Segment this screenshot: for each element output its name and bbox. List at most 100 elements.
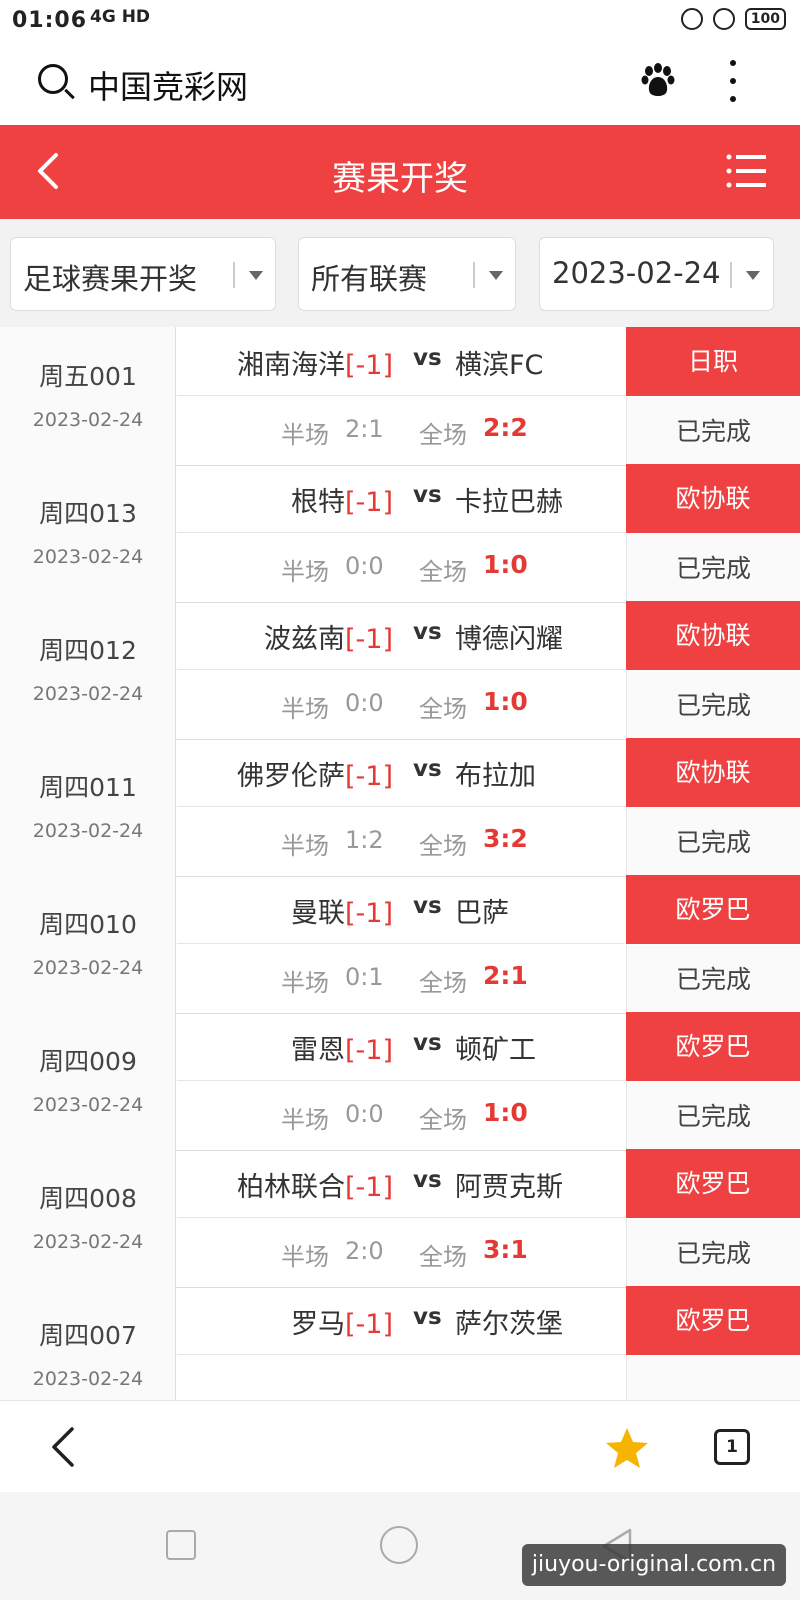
home-team-wrap: 湘南海洋[-1] [237,343,393,382]
halftime-label: 半场 [281,558,329,586]
search-icon[interactable] [38,64,68,94]
more-vertical-icon[interactable] [728,60,738,102]
browser-bottom-nav: 1 [0,1400,800,1492]
match-info: 周五001 2023-02-24 [0,327,176,466]
filter-bar: 足球赛果开奖 所有联赛 2023-02-24 [0,219,800,327]
match-status [626,1356,800,1400]
browser-title[interactable]: 中国竞彩网 [88,62,248,108]
home-team-wrap: 雷恩[-1] [291,1028,393,1067]
match-row[interactable]: 周四007 2023-02-24 罗马[-1] vs 萨尔茨堡 欧罗巴 [0,1286,800,1400]
match-row[interactable]: 周四011 2023-02-24 佛罗伦萨[-1] vs 布拉加 半场 1:2 全场 3:2 欧协… [0,738,800,877]
back-arrow-icon[interactable] [44,1423,84,1471]
home-icon[interactable] [380,1526,418,1564]
caret-down-icon [746,271,760,280]
match-list[interactable]: 周五001 2023-02-24 湘南海洋[-1] vs 横滨FC 半场 2:1 全场 2:2 日… [0,327,800,1400]
alarm-icon [712,8,735,30]
tabs-icon[interactable]: 1 [714,1429,750,1465]
match-code: 周四007 [39,1321,137,1350]
halftime-score: 0:0 [345,1100,384,1128]
match-info: 周四007 2023-02-24 [0,1286,176,1400]
match-code: 周五001 [39,362,137,391]
teams: 罗马[-1] vs 萨尔茨堡 [177,1302,625,1342]
home-team: 雷恩 [291,1035,345,1066]
away-team: 卡拉巴赫 [455,487,563,518]
halftime-label: 半场 [281,421,329,449]
home-team: 柏林联合 [237,1172,345,1203]
match-status: 已完成 [626,808,800,877]
sport-type-label: 足球赛果开奖 [23,262,198,296]
match-code: 周四012 [39,636,137,665]
match-row[interactable]: 周五001 2023-02-24 湘南海洋[-1] vs 横滨FC 半场 2:1 全场 2:2 日… [0,327,800,466]
home-team: 曼联 [291,898,345,929]
match-date: 2023-02-24 [32,546,144,568]
score-cell: 半场 2:1 全场 2:2 [177,397,625,466]
fulltime-label: 全场 [419,558,467,586]
home-team-wrap: 曼联[-1] [291,891,393,930]
handicap: [-1] [345,898,393,929]
match-code: 周四008 [39,1184,137,1213]
score-cell: 半场 1:2 全场 3:2 [177,808,625,877]
score-cell [177,1356,625,1400]
away-team: 横滨FC [455,350,544,381]
fulltime-label: 全场 [419,695,467,723]
home-team-wrap: 根特[-1] [291,480,393,519]
match-row[interactable]: 周四012 2023-02-24 波兹南[-1] vs 博德闪耀 半场 0:0 全场 1:0 欧协… [0,601,800,740]
match-date: 2023-02-24 [32,409,144,431]
fulltime-label: 全场 [419,1243,467,1271]
home-team: 波兹南 [264,624,345,655]
vs-label: vs [413,1030,442,1056]
more-dot [730,96,736,102]
teams: 湘南海洋[-1] vs 横滨FC [177,343,625,383]
more-dot [730,60,736,66]
teams: 曼联[-1] vs 巴萨 [177,891,625,931]
match-row[interactable]: 周四013 2023-02-24 根特[-1] vs 卡拉巴赫 半场 0:0 全场 1:0 欧协联… [0,464,800,603]
match-row[interactable]: 周四009 2023-02-24 雷恩[-1] vs 顿矿工 半场 0:0 全场 1:0 欧罗巴已… [0,1012,800,1151]
page-title: 赛果开奖 [332,159,468,199]
halftime-label: 半场 [281,1106,329,1134]
menu-icon[interactable] [726,153,766,189]
recent-apps-icon[interactable] [166,1530,196,1560]
sport-type-select[interactable]: 足球赛果开奖 [10,237,276,311]
match-row[interactable]: 周四008 2023-02-24 柏林联合[-1] vs 阿贾克斯 半场 2:0 全场 3:1 欧… [0,1149,800,1288]
match-info: 周四009 2023-02-24 [0,1012,176,1151]
halftime-label: 半场 [281,969,329,997]
signal-indicator: 4G HD [90,7,151,27]
teams-cell: 雷恩[-1] vs 顿矿工 [177,1012,625,1081]
teams-cell: 根特[-1] vs 卡拉巴赫 [177,464,625,533]
fulltime-score: 3:2 [483,824,528,853]
teams: 根特[-1] vs 卡拉巴赫 [177,480,625,520]
caret-down-icon [249,271,263,280]
match-date: 2023-02-24 [32,820,144,842]
more-dot [730,78,736,84]
match-info: 周四010 2023-02-24 [0,875,176,1014]
match-date: 2023-02-24 [32,1094,144,1116]
match-row[interactable]: 周四010 2023-02-24 曼联[-1] vs 巴萨 半场 0:1 全场 2:1 欧罗巴 已完… [0,875,800,1014]
status-bar: 01:06 4G HD 100 [0,0,800,40]
handicap: [-1] [345,350,393,381]
star-icon[interactable] [604,1425,650,1471]
teams: 雷恩[-1] vs 顿矿工 [177,1028,625,1068]
fulltime-label: 全场 [419,421,467,449]
league-badge: 欧罗巴 [626,1286,800,1355]
teams: 佛罗伦萨[-1] vs 布拉加 [177,754,625,794]
match-code: 周四010 [39,910,137,939]
select-divider [473,262,475,288]
fulltime-score: 1:0 [483,687,528,716]
vs-label: vs [413,1304,442,1330]
location-icon [680,8,703,30]
halftime-label: 半场 [281,695,329,723]
score-cell: 半场 0:0 全场 1:0 [177,1082,625,1151]
paw-icon[interactable] [640,62,676,98]
match-date: 2023-02-24 [32,1368,144,1390]
teams-cell: 曼联[-1] vs 巴萨 [177,875,625,944]
home-team: 湘南海洋 [237,350,345,381]
page-header: 赛果开奖 [0,125,800,219]
league-badge: 欧罗巴 [626,1012,800,1081]
halftime-score: 0:0 [345,552,384,580]
match-status: 已完成 [626,945,800,1014]
date-select[interactable]: 2023-02-24 [539,237,774,311]
home-team: 罗马 [291,1309,345,1340]
league-select[interactable]: 所有联赛 [298,237,516,311]
match-code: 周四013 [39,499,137,528]
away-team: 布拉加 [455,761,536,792]
